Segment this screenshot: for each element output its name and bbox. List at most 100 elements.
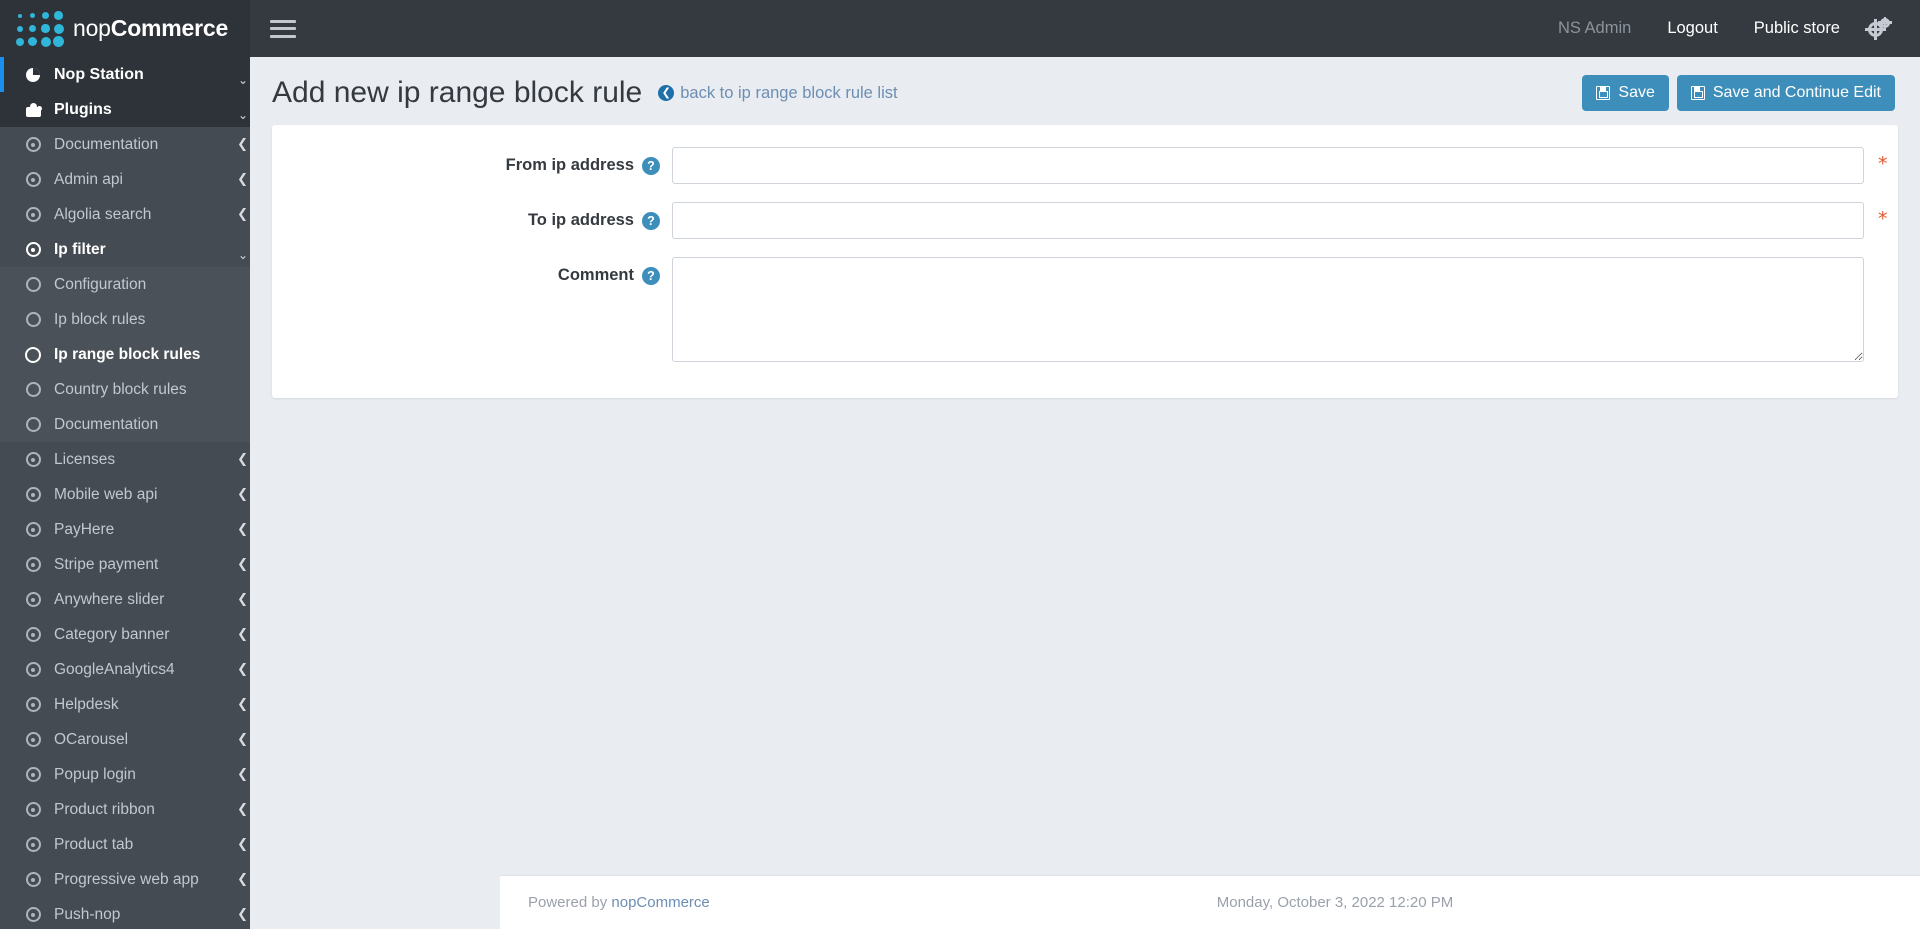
chevron-left-icon: ❮ (237, 172, 248, 187)
question-mark-icon[interactable]: ? (642, 266, 660, 285)
sidebar-item-label: Licenses (54, 450, 116, 468)
sidebar-item-plugins[interactable]: Plugins ⌄ (0, 92, 250, 127)
chevron-left-icon: ❮ (237, 627, 248, 642)
form-field (672, 257, 1898, 362)
footer-date: Monday, October 3, 2022 12:20 PM (1216, 894, 1454, 911)
circle-dot-icon (20, 487, 46, 502)
form-rows: From ip address? * To ip address? * Comment? (272, 147, 1898, 362)
sidebar-item-push-nop[interactable]: Push-nop ❮ (0, 897, 250, 929)
sidebar-item-label: Ip block rules (54, 310, 146, 328)
sidebar-item-label: Documentation (54, 415, 159, 433)
question-mark-icon[interactable]: ? (642, 156, 660, 175)
sidebar-item-label: Popup login (54, 765, 136, 783)
top-bar: nopCommerce NS Admin Logout Public store (0, 0, 1920, 57)
sidebar-item-product-ribbon[interactable]: Product ribbon ❮ (0, 792, 250, 827)
sidebar-item-label: Mobile web api (54, 485, 158, 503)
chevron-left-icon: ❮ (237, 872, 248, 887)
page-title: Add new ip range block rule (272, 76, 643, 109)
circle-dot-icon (20, 522, 46, 537)
sidebar-item-algolia-search[interactable]: Algolia search ❮ (0, 197, 250, 232)
sidebar-item-label: OCarousel (54, 730, 129, 748)
sidebar-item-licenses[interactable]: Licenses ❮ (0, 442, 250, 477)
circle-dot-icon (20, 207, 46, 222)
hamburger-menu-icon[interactable] (270, 19, 296, 39)
page-header-actions: Save Save and Continue Edit (1582, 75, 1898, 111)
sidebar-item-label: Country block rules (54, 380, 187, 398)
comment-textarea[interactable] (672, 257, 1864, 362)
sidebar-item-label: Anywhere slider (54, 590, 165, 608)
gears-icon[interactable] (1865, 16, 1894, 40)
sidebar-item-ip-block-rules[interactable]: Ip block rules (0, 302, 250, 337)
chevron-down-icon: ⌄ (237, 247, 248, 262)
sidebar-item-stripe-payment[interactable]: Stripe payment ❮ (0, 547, 250, 582)
public-store-link[interactable]: Public store (1736, 0, 1858, 57)
sidebar-item-payhere[interactable]: PayHere ❮ (0, 512, 250, 547)
sidebar-item-label: PayHere (54, 520, 115, 538)
sidebar-item-documentation[interactable]: Documentation (0, 407, 250, 442)
sidebar: Nop Station ⌄ Plugins ⌄ Documentation ❮ Admin … (0, 57, 250, 929)
sidebar-item-label: Push-nop (54, 905, 121, 923)
circle-dot-icon (20, 907, 46, 922)
circle-dot-icon (20, 592, 46, 607)
back-arrow-circle-icon: ❮ (658, 85, 675, 101)
sidebar-item-popup-login[interactable]: Popup login ❮ (0, 757, 250, 792)
top-navigation: NS Admin Logout Public store (250, 0, 1920, 57)
sidebar-item-label: Configuration (54, 275, 147, 293)
chevron-left-icon: ❮ (237, 592, 248, 607)
sidebar-item-product-tab[interactable]: Product tab ❮ (0, 827, 250, 862)
form-label: Comment? (272, 257, 672, 285)
brand-logo[interactable]: nopCommerce (0, 0, 250, 57)
sidebar-item-ip-range-block-rules[interactable]: Ip range block rules (0, 337, 250, 372)
logout-link[interactable]: Logout (1649, 0, 1735, 57)
back-link-wrapper[interactable]: ❮ back to ip range block rule list (658, 84, 898, 103)
footer-powered-by-text: Powered by (528, 894, 612, 911)
sidebar-item-admin-api[interactable]: Admin api ❮ (0, 162, 250, 197)
chevron-left-icon: ❮ (237, 802, 248, 817)
sidebar-item-label: Stripe payment (54, 555, 159, 573)
footer-nopcommerce-link[interactable]: nopCommerce (611, 894, 709, 911)
form-row: To ip address? * (272, 202, 1898, 239)
sidebar-item-configuration[interactable]: Configuration (0, 267, 250, 302)
to-ip-address-input[interactable] (672, 202, 1864, 239)
circle-icon (20, 417, 46, 432)
sidebar-item-mobile-web-api[interactable]: Mobile web api ❮ (0, 477, 250, 512)
page-header: Add new ip range block rule ❮ back to ip… (250, 57, 1920, 125)
save-and-continue-edit-label: Save and Continue Edit (1712, 84, 1881, 101)
chevron-down-icon: ⌄ (237, 72, 248, 87)
sidebar-item-label: Plugins (54, 100, 112, 118)
chevron-left-icon: ❮ (237, 732, 248, 747)
sidebar-item-documentation[interactable]: Documentation ❮ (0, 127, 250, 162)
question-mark-icon[interactable]: ? (642, 211, 660, 230)
sidebar-item-label: Nop Station (54, 65, 144, 83)
sidebar-item-country-block-rules[interactable]: Country block rules (0, 372, 250, 407)
circle-dot-icon (20, 627, 46, 642)
sidebar-item-ip-filter[interactable]: Ip filter ⌄ (0, 232, 250, 267)
sidebar-item-progressive-web-app[interactable]: Progressive web app ❮ (0, 862, 250, 897)
sidebar-nav-list: Nop Station ⌄ Plugins ⌄ Documentation ❮ Admin … (0, 57, 250, 929)
form-field: * (672, 147, 1898, 184)
chevron-left-icon: ❮ (237, 487, 248, 502)
footer: Powered by nopCommerce Monday, October 3… (500, 875, 1920, 929)
from-ip-address-input[interactable] (672, 147, 1864, 184)
sidebar-item-googleanalytics4[interactable]: GoogleAnalytics4 ❮ (0, 652, 250, 687)
sidebar-item-ocarousel[interactable]: OCarousel ❮ (0, 722, 250, 757)
chevron-left-icon: ❮ (237, 907, 248, 922)
sidebar-item-label: Admin api (54, 170, 123, 188)
sidebar-item-helpdesk[interactable]: Helpdesk ❮ (0, 687, 250, 722)
circle-dot-icon (20, 802, 46, 817)
main-content: Add new ip range block rule ❮ back to ip… (250, 57, 1920, 929)
current-user-link[interactable]: NS Admin (1540, 0, 1649, 57)
circle-dot-icon (20, 697, 46, 712)
save-button[interactable]: Save (1582, 75, 1669, 111)
back-to-list-link[interactable]: back to ip range block rule list (680, 84, 897, 103)
chevron-left-icon: ❮ (237, 697, 248, 712)
sidebar-item-anywhere-slider[interactable]: Anywhere slider ❮ (0, 582, 250, 617)
form-label: To ip address? (272, 202, 672, 230)
form-card: From ip address? * To ip address? * Comment? (272, 125, 1898, 398)
puzzle-piece-icon (20, 102, 46, 117)
sidebar-scroll-area[interactable]: Nop Station ⌄ Plugins ⌄ Documentation ❮ Admin … (0, 57, 250, 929)
circle-icon (20, 312, 46, 327)
sidebar-item-nop-station[interactable]: Nop Station ⌄ (0, 57, 250, 92)
sidebar-item-category-banner[interactable]: Category banner ❮ (0, 617, 250, 652)
save-and-continue-edit-button[interactable]: Save and Continue Edit (1676, 75, 1895, 111)
